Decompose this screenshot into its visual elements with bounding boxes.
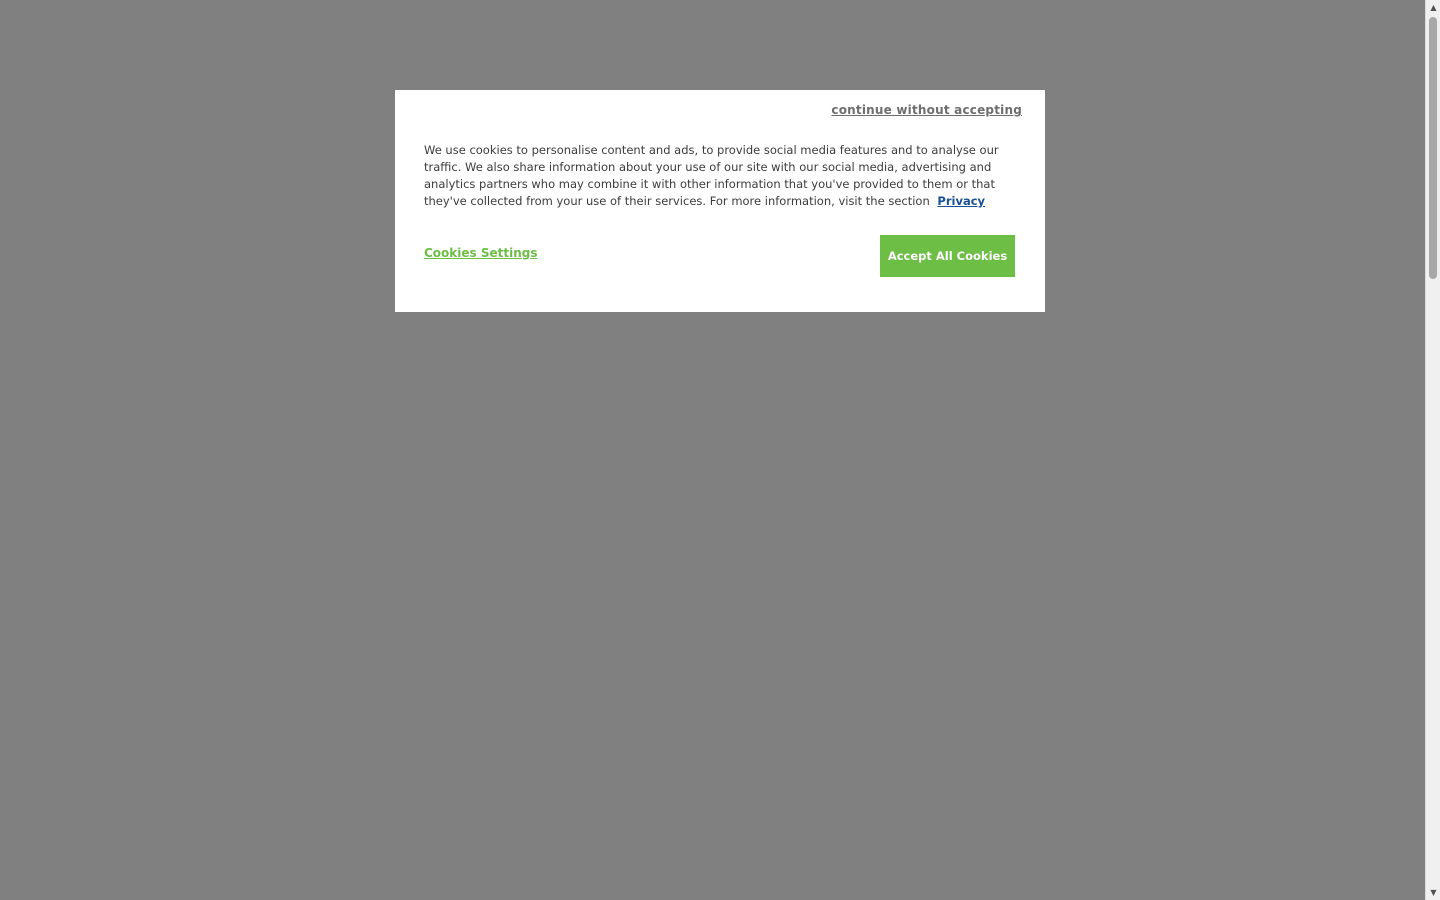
arrow-up-icon[interactable]: ▲ — [1426, 0, 1440, 15]
cookie-consent-dialog: continue without accepting We use cookie… — [395, 90, 1045, 312]
continue-without-accepting-link[interactable]: continue without accepting — [831, 103, 1022, 117]
accept-all-cookies-button[interactable]: Accept All Cookies — [880, 235, 1015, 277]
scrollbar-thumb[interactable] — [1429, 17, 1437, 279]
cookie-policy-description: We use cookies to personalise content an… — [424, 143, 999, 208]
cookies-settings-link[interactable]: Cookies Settings — [424, 246, 538, 260]
vertical-scrollbar[interactable]: ▲ ▼ — [1425, 0, 1440, 900]
privacy-link[interactable]: Privacy — [937, 194, 985, 208]
cookie-policy-text: We use cookies to personalise content an… — [424, 142, 1014, 210]
arrow-down-icon[interactable]: ▼ — [1426, 885, 1440, 900]
